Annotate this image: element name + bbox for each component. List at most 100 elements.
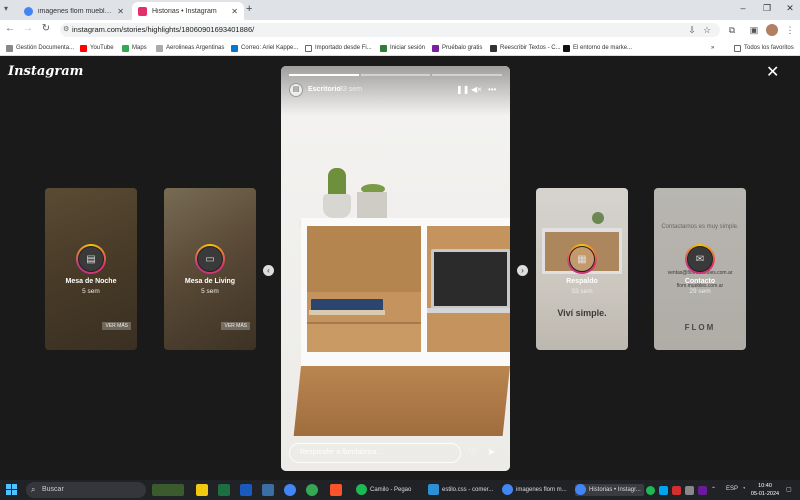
ver-mas-label: VER MÁS [221, 322, 250, 330]
bookmark-item[interactable]: Iniciar sesión [380, 42, 425, 54]
highlight-avatar: ▭ [195, 244, 225, 274]
install-app-icon[interactable]: ⇩ [686, 24, 698, 36]
taskbar-app-chrome-instagram[interactable]: Historias • Instagr... [575, 484, 644, 496]
bookmark-item[interactable]: YouTube [80, 42, 114, 54]
highlight-card-mesa-de-living[interactable]: ▭ Mesa de Living 5 sem VER MÁS [164, 188, 256, 350]
highlight-age: 5 sem [201, 288, 219, 295]
taskbar-app-spotify[interactable]: Camilo - Pegao [356, 484, 411, 496]
next-story-button[interactable]: › [517, 265, 528, 276]
bookmark-item[interactable]: Pruébalo gratis [432, 42, 482, 54]
trial-icon [432, 44, 439, 52]
progress-segment [360, 74, 431, 76]
new-tab-button[interactable]: + [246, 3, 252, 15]
bookmark-item[interactable]: Reescribir Textos - C... [490, 42, 561, 54]
minimize-icon[interactable]: – [736, 3, 750, 13]
menu-kebab-icon[interactable]: ⋮ [784, 24, 796, 36]
extensions-icon[interactable]: ⧉ [726, 24, 738, 36]
close-icon[interactable]: ✕ [766, 65, 779, 81]
highlight-avatar: ▤ [76, 244, 106, 274]
network-volume-icon[interactable]: ◔ [742, 486, 746, 492]
browser-toolbar: ← → ↻ ⚙ instagram.com/stories/highlights… [0, 20, 800, 40]
forward-icon[interactable]: → [21, 23, 35, 34]
tray-app-icon[interactable] [659, 486, 668, 495]
tray-app-icon[interactable] [685, 486, 694, 495]
clock[interactable]: 10:40 05-01-2024 [750, 482, 780, 498]
plant-pot [357, 192, 387, 220]
reply-input[interactable]: Responder a flomfabrica... [289, 443, 461, 463]
active-story[interactable]: ▤ Escritorio 33 sem ❚❚ ◀× ••• Responder … [281, 66, 510, 471]
tab-instagram[interactable]: Historias • Instagram ✕ [132, 2, 244, 20]
side-panel-icon[interactable]: ▣ [748, 24, 760, 36]
news-widget-icon[interactable] [152, 484, 184, 496]
address-bar[interactable]: ⚙ instagram.com/stories/highlights/18060… [60, 23, 720, 37]
highlight-card-respaldo[interactable]: Viví simple. ▦ Respaldo 33 sem [536, 188, 628, 350]
tab-list-icon[interactable]: ▾ [4, 4, 8, 13]
reload-icon[interactable]: ↻ [39, 23, 53, 34]
bookmark-star-icon[interactable]: ☆ [701, 24, 713, 36]
all-bookmarks-button[interactable]: Todos los favoritos [734, 42, 794, 54]
headboard-icon: ▦ [569, 246, 595, 272]
envelope-icon: ✉ [687, 246, 713, 272]
youtube-icon [80, 44, 87, 52]
maps-icon [122, 44, 129, 52]
highlight-card-mesa-de-noche[interactable]: ▤ Mesa de Noche 5 sem VER MÁS [45, 188, 137, 350]
tab-google-search[interactable]: imagenes flom muebles - Busca ✕ [18, 2, 130, 20]
vscode-icon [428, 484, 439, 495]
chrome-icon[interactable] [284, 484, 296, 496]
excel-icon[interactable] [218, 484, 230, 496]
search-icon: ⌕ [31, 485, 36, 494]
story-progress [289, 74, 503, 76]
plant-pot [323, 194, 351, 218]
story-age: 33 sem [339, 86, 362, 93]
highlight-card-contacto[interactable]: Contactarnos es muy simple. ventas@flomm… [654, 188, 746, 350]
instagram-logo[interactable]: Instagram [8, 64, 83, 79]
tab-bar: ▾ imagenes flom muebles - Busca ✕ Histor… [0, 0, 800, 20]
app-icon[interactable] [262, 484, 274, 496]
language-indicator[interactable]: ESP [726, 486, 738, 492]
highlight-age: 33 sem [571, 288, 593, 295]
file-explorer-icon[interactable] [196, 484, 208, 496]
bookmark-item[interactable]: Aerolineas Argentinas [156, 42, 224, 54]
desk-shelf [301, 218, 510, 226]
bookmarks-overflow-button[interactable]: » [711, 42, 714, 54]
taskbar: ⌕ Buscar Camilo - Pegao estilo.css - com… [0, 480, 800, 500]
taskbar-app-vscode[interactable]: estilo.css - comer... [428, 484, 493, 496]
profile-avatar[interactable] [766, 24, 778, 36]
furniture-icon: ▤ [78, 246, 104, 272]
bookmark-item[interactable]: Importado desde Fi... [305, 42, 372, 54]
bookmark-item[interactable]: Correo: Ariel Kappe... [231, 42, 298, 54]
bookmarks-bar: Gestión Documenta... YouTube Maps Aeroli… [0, 40, 800, 56]
taskbar-app-chrome-search[interactable]: imagenes flom m... [502, 484, 567, 496]
brave-icon[interactable] [330, 484, 342, 496]
login-icon [380, 44, 387, 52]
story-username[interactable]: Escritorio [308, 86, 341, 93]
notifications-icon[interactable]: ▢ [786, 486, 792, 493]
like-heart-icon[interactable]: ♡ [468, 447, 477, 458]
tray-app-icon[interactable] [698, 486, 707, 495]
bookmark-item[interactable]: Gestión Documenta... [6, 42, 74, 54]
back-icon[interactable]: ← [3, 23, 17, 34]
start-windows-icon[interactable] [6, 484, 18, 496]
pause-icon[interactable]: ❚❚ [456, 85, 469, 94]
taskbar-search[interactable]: ⌕ Buscar [26, 482, 146, 498]
window-close-icon[interactable]: ✕ [783, 3, 797, 14]
tab-close-icon[interactable]: ✕ [117, 7, 124, 16]
highlight-avatar: ▦ [567, 244, 597, 274]
story-user-avatar[interactable]: ▤ [289, 83, 303, 97]
bookmark-item[interactable]: Maps [122, 42, 147, 54]
mute-icon[interactable]: ◀× [471, 85, 482, 94]
chrome-profile-icon[interactable] [306, 484, 318, 496]
previous-story-button[interactable]: ‹ [263, 265, 274, 276]
show-hidden-icons[interactable]: ⌃ [711, 486, 716, 493]
spotify-tray-icon[interactable] [646, 486, 655, 495]
send-icon[interactable]: ➤ [487, 447, 495, 458]
tab-close-icon[interactable]: ✕ [231, 7, 238, 16]
bookmark-item[interactable]: El entorno de marke... [563, 42, 632, 54]
chrome-icon [575, 484, 586, 495]
site-info-icon[interactable]: ⚙ [63, 23, 69, 37]
laptop [431, 249, 510, 309]
tray-app-icon[interactable] [672, 486, 681, 495]
word-icon[interactable] [240, 484, 252, 496]
more-options-icon[interactable]: ••• [488, 85, 496, 94]
restore-icon[interactable]: ❐ [760, 3, 774, 14]
